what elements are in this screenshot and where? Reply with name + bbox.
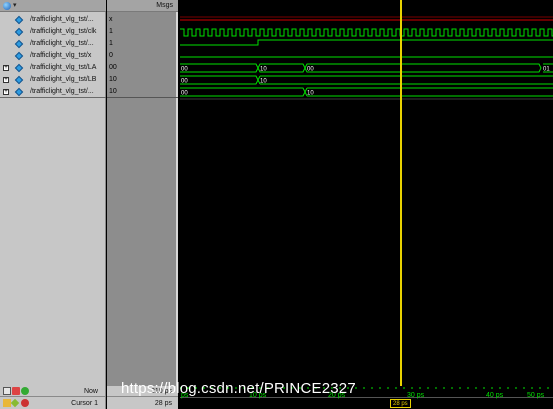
- signal-name: /trafficlight_vlg_tst/clk: [30, 28, 97, 35]
- now-row: Now: [0, 386, 105, 397]
- stop-icon[interactable]: [12, 387, 20, 395]
- now-label: Now: [83, 388, 98, 395]
- divider: [107, 97, 178, 98]
- tick-label: 50 ps: [527, 392, 545, 399]
- wave-signal-2: [180, 39, 553, 46]
- waveform-pane[interactable]: 00 10 00 01 00 10 00 10: [180, 0, 553, 386]
- signal-name: /trafficlight_vlg_tst/...: [30, 16, 94, 23]
- cursor-label: Cursor 1: [71, 400, 98, 407]
- tick-label: 40 ps: [486, 392, 504, 399]
- signal-name: /trafficlight_vlg_tst/...: [30, 40, 94, 47]
- globe-icon[interactable]: [3, 2, 11, 10]
- status-panel: Now Cursor 1 210 ps 28 ps ps 10 ps 20 ps…: [0, 380, 553, 409]
- names-header: ▾: [0, 0, 106, 12]
- expand-icon[interactable]: +: [3, 65, 9, 71]
- value-list: x 1 1 0 00 10 10: [107, 14, 178, 98]
- msgs-header: Msgs: [107, 0, 178, 12]
- signal-name: /trafficlight_vlg_tst/LB: [30, 76, 97, 83]
- signal-name: /trafficlight_vlg_tst/LA: [30, 64, 97, 71]
- zoom-icon[interactable]: [3, 387, 11, 395]
- cursor-value-row: 28 ps: [107, 398, 178, 409]
- signal-value: 0: [109, 52, 113, 59]
- signal-name: /trafficlight_vlg_tst/x: [30, 52, 92, 59]
- signal-diamond-icon: [14, 87, 24, 97]
- bus-value: 00: [181, 79, 188, 85]
- signal-diamond-icon: [14, 75, 24, 85]
- watermark: https://blog.csdn.net/PRINCE2327: [121, 380, 356, 397]
- divider: [0, 97, 106, 98]
- signal-row[interactable]: /trafficlight_vlg_tst/clk: [0, 26, 106, 38]
- signal-row[interactable]: + /trafficlight_vlg_tst/LA: [0, 62, 106, 74]
- signal-diamond-icon: [14, 51, 24, 61]
- signal-diamond-icon: [14, 27, 24, 37]
- signal-list: /trafficlight_vlg_tst/... /trafficlight_…: [0, 14, 106, 98]
- wave-bus-la: 00 10 00 01: [180, 63, 553, 73]
- chevron-down-icon[interactable]: ▾: [13, 1, 17, 9]
- signal-diamond-icon: [14, 39, 24, 49]
- cursor-value: 28 ps: [154, 400, 172, 407]
- signal-diamond-icon: [14, 15, 24, 25]
- bus-value: 10: [260, 79, 267, 85]
- bus-value: 10: [260, 67, 267, 73]
- values-pane: Msgs x 1 1 0 00 10 10: [107, 0, 178, 386]
- signal-row[interactable]: /trafficlight_vlg_tst/...: [0, 38, 106, 50]
- delete-cursor-icon[interactable]: [21, 399, 29, 407]
- expand-icon[interactable]: +: [3, 77, 9, 83]
- signal-diamond-icon: [14, 63, 24, 73]
- wave-bus-last: 00 10: [180, 87, 553, 97]
- bus-value: 00: [181, 91, 188, 97]
- bottom-left: Now Cursor 1: [0, 386, 106, 409]
- signal-value: x: [109, 16, 113, 23]
- wave-clk: [180, 28, 553, 37]
- cursor-row: Cursor 1: [0, 398, 105, 409]
- bus-value: 10: [307, 91, 314, 97]
- cursor-time-box[interactable]: 28 ps: [390, 399, 411, 408]
- signal-row[interactable]: /trafficlight_vlg_tst/...: [0, 14, 106, 26]
- signal-value: 10: [109, 76, 117, 83]
- wave-bus-lb: 00 10: [180, 75, 553, 85]
- bus-value: 00: [307, 67, 314, 73]
- expand-icon[interactable]: +: [3, 89, 9, 95]
- wave-window: ▾ /trafficlight_vlg_tst/... /trafficligh…: [0, 0, 553, 409]
- signal-row[interactable]: + /trafficlight_vlg_tst/LB: [0, 74, 106, 86]
- signal-value: 00: [109, 64, 117, 71]
- signal-value: 1: [109, 28, 113, 35]
- bus-value: 00: [181, 67, 188, 73]
- run-icon[interactable]: [21, 387, 29, 395]
- tick-label: 30 ps: [407, 392, 425, 399]
- signal-value: 1: [109, 40, 113, 47]
- signal-names-pane: ▾ /trafficlight_vlg_tst/... /trafficligh…: [0, 0, 106, 386]
- bus-value: 01: [543, 67, 550, 73]
- pencil-icon[interactable]: [10, 398, 20, 408]
- signal-row[interactable]: /trafficlight_vlg_tst/x: [0, 50, 106, 62]
- waveform-canvas: 00 10 00 01 00 10 00 10: [180, 0, 553, 386]
